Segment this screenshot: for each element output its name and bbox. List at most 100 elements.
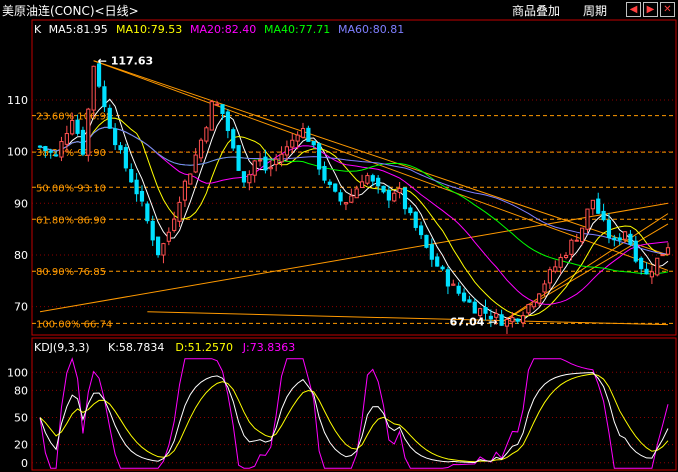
- candle-body: [381, 185, 386, 193]
- candle-body: [166, 231, 171, 242]
- candle-body: [80, 129, 86, 155]
- candle-body: [440, 266, 445, 270]
- candle-body: [606, 219, 612, 239]
- high-price-label: ← 117.63: [98, 55, 154, 68]
- candle-body: [461, 292, 467, 302]
- candle-body: [113, 128, 118, 146]
- candle-body: [639, 257, 644, 270]
- candle-body: [37, 145, 43, 148]
- candle-body: [43, 146, 48, 152]
- price-tick-label: 90: [14, 197, 28, 210]
- kdj-tick-label: 20: [14, 439, 28, 452]
- candle-body: [290, 139, 295, 148]
- trend-line: [147, 311, 669, 326]
- candle-body: [596, 198, 601, 214]
- candle-body: [622, 231, 628, 240]
- candle-body: [510, 317, 515, 323]
- candle-body: [317, 143, 322, 170]
- candle-body: [515, 318, 520, 322]
- candle-body: [601, 210, 606, 221]
- candle-body: [145, 203, 150, 222]
- ma10-line: [39, 117, 669, 318]
- candle-body: [628, 233, 633, 245]
- candle-body: [284, 146, 290, 156]
- price-tick-label: 80: [14, 249, 28, 262]
- candle-body: [386, 189, 391, 201]
- candle-body: [478, 308, 483, 317]
- candle-body: [563, 255, 569, 258]
- candle-body: [483, 307, 488, 314]
- candle-body: [402, 187, 408, 210]
- price-tick-label: 100: [7, 146, 28, 159]
- candle-body: [139, 190, 145, 202]
- candle-body: [134, 179, 139, 195]
- ma5-line: [39, 98, 669, 321]
- candle-body: [365, 175, 370, 184]
- candle-body: [370, 175, 375, 182]
- candle-body: [376, 177, 381, 187]
- ma-legend-item: K: [34, 23, 42, 36]
- candle-body: [161, 243, 166, 256]
- candle-body: [252, 160, 257, 176]
- ma-legend-item: MA20:82.40: [190, 23, 256, 36]
- candle-body: [322, 165, 327, 181]
- candle-body: [553, 266, 558, 272]
- candle-body: [467, 299, 472, 303]
- candle-body: [311, 140, 316, 146]
- candle-body: [54, 154, 59, 157]
- candle-body: [268, 166, 273, 170]
- candle-body: [590, 199, 595, 210]
- candle-body: [193, 154, 198, 173]
- candle-body: [198, 139, 204, 159]
- kdj-tick-label: 0: [21, 457, 28, 470]
- ma-legend-item: MA40:77.71: [264, 23, 330, 36]
- candle-body: [445, 269, 451, 287]
- kdj-tick-label: 80: [14, 384, 28, 397]
- candle-body: [118, 145, 123, 151]
- candle-body: [300, 128, 306, 138]
- candle-body: [75, 119, 80, 134]
- candle-body: [349, 195, 354, 203]
- fib-level-label: 100.00% 66.74: [36, 319, 112, 330]
- candle-body: [558, 256, 563, 268]
- candle-body: [574, 239, 579, 242]
- candle-body: [569, 239, 574, 255]
- kdj-tick-label: 100: [7, 366, 28, 379]
- candle-body: [306, 127, 311, 142]
- price-tick-label: 110: [7, 94, 28, 107]
- candle-body: [418, 225, 424, 236]
- candle-body: [456, 285, 461, 294]
- candle-body: [435, 256, 440, 267]
- candle-body: [247, 174, 252, 184]
- candle-body: [413, 211, 418, 228]
- candle-body: [236, 145, 241, 171]
- candle-body: [359, 181, 365, 188]
- candle-body: [172, 218, 177, 231]
- candle-body: [59, 141, 64, 158]
- candle-body: [150, 220, 155, 241]
- price-tick-label: 70: [14, 301, 28, 314]
- kdj-legend-item: KDJ(9,3,3): [34, 341, 90, 354]
- fib-level-label: 80.90% 76.85: [36, 267, 106, 278]
- candle-body: [655, 257, 660, 276]
- ma-legend-item: MA5:81.95: [49, 23, 108, 36]
- candle-body: [215, 103, 220, 106]
- candle-body: [274, 158, 279, 165]
- candle-body: [129, 169, 134, 183]
- candle-body: [392, 192, 397, 202]
- candle-body: [649, 271, 654, 278]
- fib-level-label: 50.00% 93.10: [36, 183, 106, 194]
- candle-body: [64, 133, 69, 145]
- kdj-tick-label: 50: [14, 412, 28, 425]
- candle-body: [188, 173, 193, 185]
- kdj-legend-item: D:51.2570: [175, 341, 233, 354]
- ma40-line: [39, 126, 669, 275]
- candle-body: [585, 208, 590, 230]
- candle-body: [70, 119, 75, 135]
- kdj-J-line: [39, 357, 669, 469]
- low-price-label: 67.04 →: [450, 316, 498, 329]
- chart-canvas[interactable]: 708090100110020508010023.60% 106.9838.20…: [0, 0, 678, 472]
- candle-body: [660, 254, 665, 257]
- candle-body: [225, 111, 230, 132]
- candle-body: [107, 107, 112, 129]
